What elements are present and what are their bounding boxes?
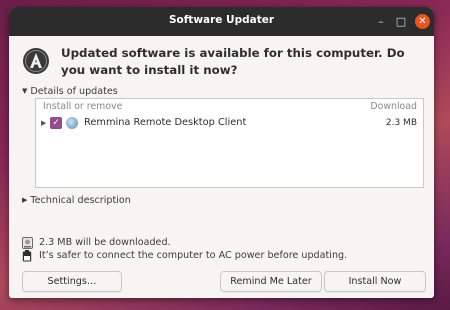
column-header-install[interactable]: Install or remove	[43, 101, 122, 112]
technical-description-expander[interactable]: ▶ Technical description	[22, 195, 131, 206]
close-button[interactable]: ✕	[415, 14, 430, 29]
expand-arrow-icon[interactable]: ▶	[41, 119, 46, 127]
disk-icon	[22, 237, 33, 249]
install-now-button[interactable]: Install Now	[324, 271, 426, 292]
remind-me-later-button[interactable]: Remind Me Later	[220, 271, 322, 292]
details-expander-label: Details of updates	[30, 86, 118, 97]
minimize-button[interactable]: –	[374, 15, 388, 29]
download-size-text: 2.3 MB will be downloaded.	[39, 237, 171, 248]
package-row[interactable]: ▶ ✓ Remmina Remote Desktop Client 2.3 MB	[36, 115, 423, 133]
settings-button[interactable]: Settings…	[22, 271, 122, 292]
package-name: Remmina Remote Desktop Client	[84, 117, 247, 128]
battery-icon	[22, 250, 32, 262]
updates-list[interactable]: Install or remove Download ▶ ✓ Remmina R…	[35, 98, 424, 188]
update-prompt-heading: Updated software is available for this c…	[61, 46, 405, 77]
software-updater-icon	[23, 48, 49, 74]
column-header-download[interactable]: Download	[370, 101, 417, 112]
maximize-button[interactable]: □	[394, 15, 408, 29]
power-warning-text: It’s safer to connect the computer to AC…	[39, 250, 348, 261]
technical-expander-label: Technical description	[30, 195, 131, 206]
package-checkbox[interactable]: ✓	[50, 117, 62, 129]
title-bar[interactable]: Software Updater – □ ✕	[9, 7, 434, 36]
triangle-right-icon: ▶	[22, 196, 28, 204]
window-title: Software Updater	[168, 14, 275, 26]
software-updater-window: Software Updater – □ ✕ Updated software …	[9, 7, 434, 298]
package-size: 2.3 MB	[385, 118, 417, 128]
remmina-icon	[66, 117, 78, 129]
details-of-updates-expander[interactable]: ▼ Details of updates	[22, 86, 118, 97]
triangle-down-icon: ▼	[22, 87, 28, 95]
